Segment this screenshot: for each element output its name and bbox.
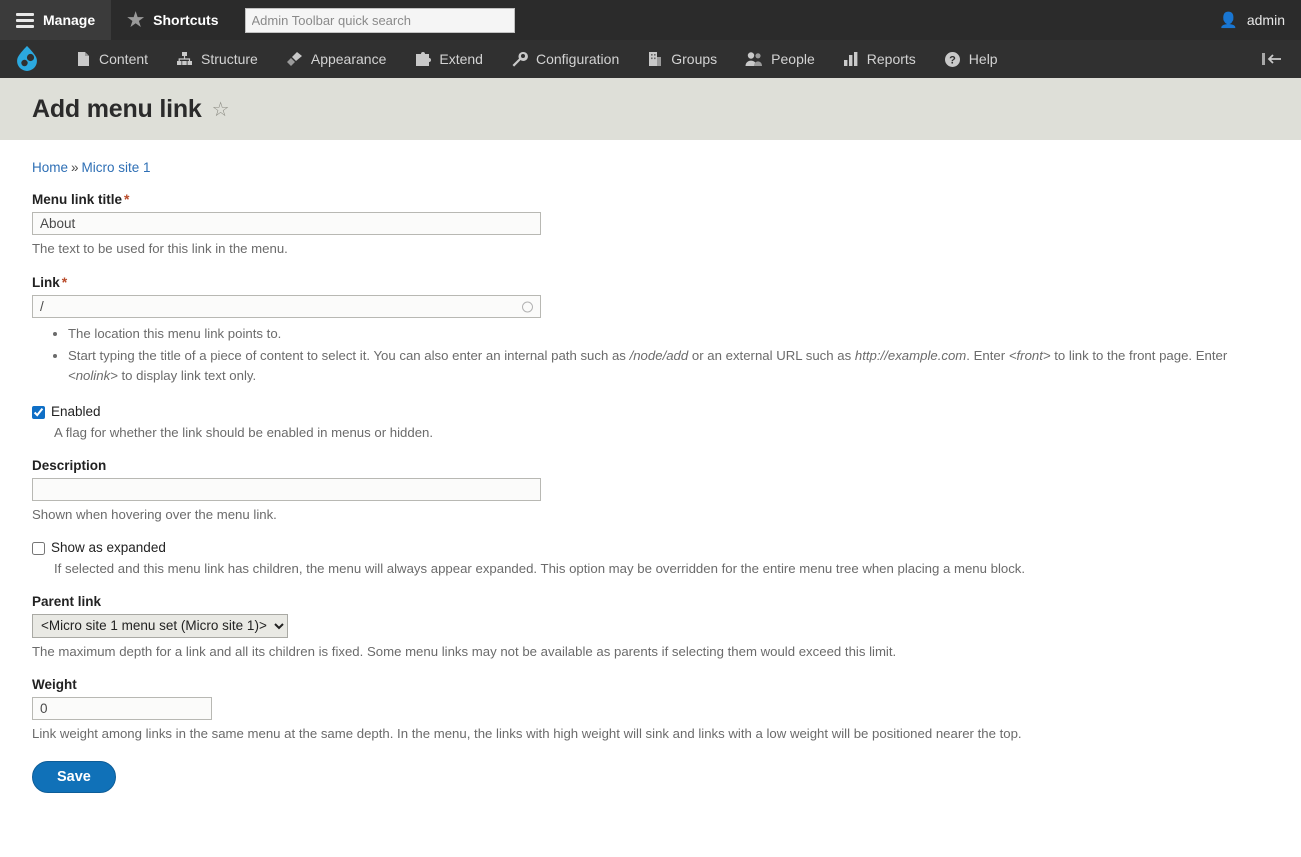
field-weight: Weight Link weight among links in the sa… bbox=[32, 677, 1269, 743]
admin-toolbar: Manage ★ Shortcuts 👤 admin bbox=[0, 0, 1301, 40]
puzzle-icon bbox=[414, 51, 432, 67]
sitemap-icon bbox=[176, 51, 193, 67]
field-description: Description Shown when hovering over the… bbox=[32, 458, 1269, 524]
toolbar-tab-shortcuts[interactable]: ★ Shortcuts bbox=[111, 0, 235, 40]
link-input[interactable] bbox=[32, 295, 541, 319]
nav-item-structure-label: Structure bbox=[201, 51, 258, 67]
link-autocomplete-wrapper bbox=[32, 295, 541, 319]
nav-item-help-label: Help bbox=[968, 51, 998, 67]
nav-item-extend-label: Extend bbox=[439, 51, 483, 67]
toolbar-tab-shortcuts-label: Shortcuts bbox=[153, 12, 219, 28]
enabled-description: A flag for whether the link should be en… bbox=[54, 424, 434, 440]
enabled-label[interactable]: Enabled bbox=[51, 404, 101, 419]
menu-link-title-description: The text to be used for this link in the… bbox=[32, 241, 288, 256]
nav-item-extend[interactable]: Extend bbox=[400, 40, 497, 78]
hamburger-icon bbox=[16, 10, 34, 31]
breadcrumb-separator: » bbox=[71, 160, 79, 175]
weight-input[interactable] bbox=[32, 697, 212, 721]
show-expanded-checkbox-row: Show as expanded bbox=[32, 540, 1269, 555]
parent-link-select[interactable]: <Micro site 1 menu set (Micro site 1)> bbox=[32, 613, 288, 638]
drupal-droplet-logo[interactable] bbox=[14, 45, 40, 73]
toolbar-user-label: admin bbox=[1246, 12, 1285, 28]
description-label: Description bbox=[32, 457, 107, 473]
building-icon bbox=[647, 51, 663, 67]
toolbar-spacer bbox=[524, 0, 1204, 40]
description-help: Shown when hovering over the menu link. bbox=[32, 506, 277, 522]
link-hints: The location this menu link points to. S… bbox=[32, 324, 1269, 385]
autocomplete-throbber-icon bbox=[522, 301, 533, 313]
question-circle-icon: ? bbox=[944, 51, 961, 68]
toolbar-tab-manage-label: Manage bbox=[43, 12, 96, 28]
menu-link-title-label: Menu link title * bbox=[32, 191, 130, 207]
save-button[interactable]: Save bbox=[32, 761, 116, 794]
page-title: Add menu link bbox=[32, 94, 202, 123]
nav-item-groups[interactable]: Groups bbox=[633, 40, 731, 78]
admin-quick-search-input[interactable] bbox=[244, 7, 515, 33]
nav-item-configuration[interactable]: Configuration bbox=[497, 40, 633, 78]
weight-label: Weight bbox=[32, 677, 77, 693]
people-icon bbox=[745, 51, 763, 67]
nav-item-help[interactable]: ? Help bbox=[930, 40, 1012, 78]
nav-item-reports[interactable]: Reports bbox=[829, 40, 930, 78]
parent-link-description: The maximum depth for a link and all its… bbox=[32, 643, 897, 659]
nav-item-content[interactable]: Content bbox=[62, 40, 162, 78]
nav-item-structure[interactable]: Structure bbox=[162, 40, 272, 78]
link-hint-1: The location this menu link points to. bbox=[68, 324, 1269, 344]
toolbar-user-account[interactable]: 👤 admin bbox=[1203, 0, 1301, 40]
wrench-icon bbox=[511, 51, 528, 67]
show-expanded-description: If selected and this menu link has child… bbox=[54, 560, 1026, 576]
menu-link-form: Menu link title* The text to be used for… bbox=[32, 191, 1269, 794]
required-marker: * bbox=[124, 191, 130, 207]
nav-item-groups-label: Groups bbox=[671, 51, 718, 67]
weight-description: Link weight among links in the same menu… bbox=[32, 726, 1022, 742]
svg-text:?: ? bbox=[949, 54, 956, 66]
bar-chart-icon bbox=[843, 51, 859, 67]
paintbrush-icon bbox=[286, 51, 303, 67]
link-hint-2: Start typing the title of a piece of con… bbox=[68, 346, 1269, 386]
enabled-checkbox-row: Enabled bbox=[32, 404, 1269, 419]
show-expanded-checkbox[interactable] bbox=[32, 541, 45, 555]
field-parent-link: Parent link <Micro site 1 menu set (Micr… bbox=[32, 594, 1269, 661]
admin-menu-bar: Content Structure Appearance Extend Conf… bbox=[0, 40, 1301, 78]
menu-link-title-input[interactable] bbox=[32, 212, 541, 235]
nav-item-people[interactable]: People bbox=[731, 40, 829, 78]
main-content: Home»Micro site 1 Menu link title* The t… bbox=[0, 140, 1301, 794]
breadcrumb: Home» Micro site 1 bbox=[32, 140, 1269, 175]
breadcrumb-link-micro-site-1[interactable]: Micro site 1 bbox=[82, 160, 151, 175]
nav-item-appearance[interactable]: Appearance bbox=[272, 40, 401, 78]
breadcrumb-link-home[interactable]: Home bbox=[32, 160, 68, 175]
nav-item-configuration-label: Configuration bbox=[535, 51, 620, 67]
nav-item-people-label: People bbox=[771, 51, 815, 67]
field-link: Link* The location this menu link points… bbox=[32, 274, 1269, 385]
enabled-checkbox[interactable] bbox=[32, 405, 45, 419]
page-title-band: Add menu link ☆ bbox=[0, 78, 1301, 140]
field-enabled: Enabled A flag for whether the link shou… bbox=[32, 404, 1269, 442]
nav-item-appearance-label: Appearance bbox=[310, 51, 387, 67]
required-marker: * bbox=[61, 274, 68, 291]
toolbar-search-wrapper bbox=[234, 0, 525, 40]
toolbar-tab-manage[interactable]: Manage bbox=[0, 0, 112, 40]
parent-link-label: Parent link bbox=[32, 593, 102, 609]
user-avatar-icon: 👤 bbox=[1219, 12, 1238, 29]
star-filled-icon: ★ bbox=[127, 9, 145, 31]
nav-item-content-label: Content bbox=[99, 51, 149, 67]
field-menu-link-title: Menu link title* The text to be used for… bbox=[32, 191, 1269, 258]
show-expanded-label[interactable]: Show as expanded bbox=[51, 540, 166, 555]
field-show-as-expanded: Show as expanded If selected and this me… bbox=[32, 540, 1269, 578]
description-input[interactable] bbox=[32, 477, 541, 501]
collapse-toolbar-icon[interactable] bbox=[1253, 40, 1291, 78]
star-outline-icon[interactable]: ☆ bbox=[212, 97, 230, 122]
link-label: Link * bbox=[32, 274, 68, 291]
nav-item-reports-label: Reports bbox=[866, 51, 916, 67]
document-icon bbox=[76, 51, 91, 67]
